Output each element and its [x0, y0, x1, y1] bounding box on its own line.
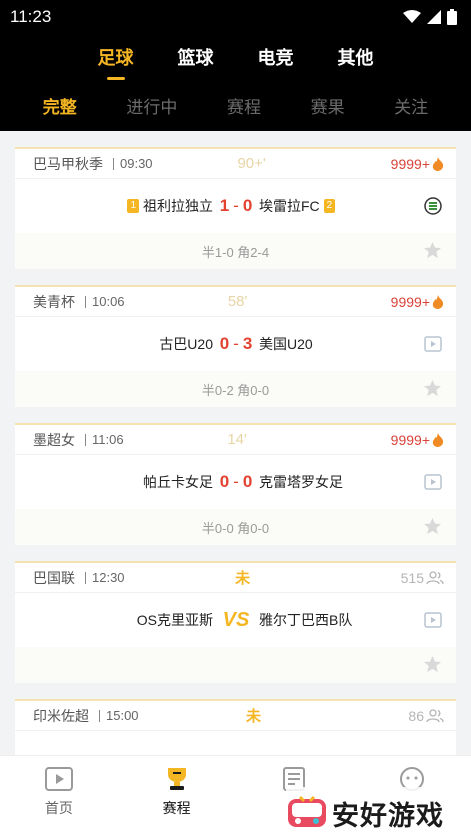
match-card[interactable]: 巴国联 12:30 未 515 OS克里亚斯 VS 雅尔丁巴西B队 [15, 561, 456, 683]
viewer-value: 86 [408, 707, 424, 724]
nav-schedule-label: 赛程 [162, 800, 191, 816]
fire-icon [432, 294, 444, 309]
home-rank-badge: 1 [127, 199, 139, 213]
heat-value: 9999+ [390, 431, 430, 448]
video-icon[interactable] [424, 611, 442, 629]
kickoff-time: 15:00 [99, 709, 139, 722]
fire-icon [432, 432, 444, 447]
tab-favorites[interactable]: 关注 [394, 93, 428, 118]
score: 0-0 [219, 472, 253, 491]
match-list[interactable]: 巴马甲秋季 09:30 90+' 9999+ 1 祖利拉独立 1-0 埃雷拉FC… [0, 131, 471, 755]
tab-live[interactable]: 进行中 [126, 93, 177, 118]
tab-results[interactable]: 赛果 [311, 93, 345, 118]
star-icon[interactable] [423, 241, 442, 260]
league-name: 墨超女 [33, 431, 75, 448]
fire-icon [432, 156, 444, 171]
battery-icon [447, 9, 457, 25]
nav-home[interactable]: 首页 [0, 756, 118, 839]
kickoff-time: 12:30 [85, 571, 125, 584]
viewer-count: 515 [401, 570, 444, 586]
score: 0-3 [219, 334, 253, 353]
home-score: 0 [219, 472, 230, 491]
tab-schedule[interactable]: 赛程 [227, 93, 261, 118]
star-icon[interactable] [423, 517, 442, 536]
filter-tabs: 完整 进行中 赛程 赛果 关注 [0, 80, 471, 130]
away-team-name: 克雷塔罗女足 [259, 474, 343, 490]
match-stats: 半0-0 角0-0 [201, 520, 270, 536]
watermark-text: 安好游戏 [332, 800, 444, 831]
away-team-name: 美国U20 [259, 336, 313, 352]
tab-basketball[interactable]: 篮球 [178, 44, 214, 70]
video-icon[interactable] [424, 335, 442, 353]
tab-esports[interactable]: 电竞 [258, 44, 294, 70]
tab-other[interactable]: 其他 [338, 44, 374, 70]
match-status: 未 [245, 708, 261, 725]
signal-icon [427, 10, 441, 24]
nav-home-label: 首页 [44, 800, 73, 816]
heat-value: 9999+ [390, 155, 430, 172]
star-icon[interactable] [423, 379, 442, 398]
match-stats: 半0-2 角0-0 [201, 382, 270, 398]
kickoff-time: 10:06 [85, 295, 125, 308]
match-card[interactable]: 美青杯 10:06 58' 9999+ 古巴U20 0-3 美国U20 半0-2… [15, 285, 456, 407]
away-score: 0 [242, 196, 253, 215]
away-team-name: 埃雷拉FC [259, 198, 320, 214]
match-card[interactable]: 墨超女 11:06 14' 9999+ 帕丘卡女足 0-0 克雷塔罗女足 半0-… [15, 423, 456, 545]
sports-tabs: 足球 篮球 电竞 其他 [0, 34, 471, 80]
watermark: 安好游戏 [286, 787, 471, 839]
match-minute: 14' [227, 431, 247, 448]
match-status: 未 [235, 570, 251, 587]
status-icons [403, 9, 457, 25]
league-name: 印米佐超 [33, 707, 89, 724]
video-icon[interactable] [424, 473, 442, 491]
match-minute: 90+' [237, 155, 266, 172]
nav-schedule[interactable]: 赛程 [118, 756, 236, 839]
star-icon[interactable] [423, 655, 442, 674]
status-time: 11:23 [10, 7, 52, 26]
match-stats: 半1-0 角2-4 [201, 244, 270, 260]
kickoff-time: 11:06 [85, 433, 124, 446]
away-score: 3 [242, 334, 253, 353]
top-bar: 11:23 足球 篮球 电竞 其他 完整 进行中 赛程 赛果 关注 [0, 0, 471, 131]
score: 1-0 [219, 196, 253, 215]
home-team: 古巴U20 [15, 334, 213, 354]
heat-count: 9999+ [391, 294, 444, 310]
heat-count: 9999+ [391, 156, 444, 172]
home-score: 1 [219, 196, 230, 215]
wifi-icon [403, 10, 421, 23]
away-team-name: 雅尔丁巴西B队 [259, 612, 353, 628]
trophy-icon [167, 768, 186, 790]
users-icon [426, 570, 444, 584]
home-team-name: 祖利拉独立 [143, 198, 213, 214]
tab-all[interactable]: 完整 [43, 93, 77, 118]
match-card[interactable]: 印米佐超 15:00 未 86 [15, 699, 456, 755]
viewer-count: 86 [408, 708, 444, 724]
match-card[interactable]: 巴马甲秋季 09:30 90+' 9999+ 1 祖利拉独立 1-0 埃雷拉FC… [15, 147, 456, 269]
kickoff-time: 09:30 [113, 157, 153, 170]
users-icon [426, 708, 444, 722]
away-score: 0 [242, 472, 253, 491]
league-name: 巴国联 [33, 569, 75, 586]
viewer-value: 515 [400, 569, 424, 586]
status-bar: 11:23 [0, 0, 471, 34]
home-score: 0 [219, 334, 230, 353]
home-team-name: 古巴U20 [159, 336, 213, 352]
heat-value: 9999+ [390, 293, 430, 310]
home-team-name: 帕丘卡女足 [143, 474, 213, 490]
match-minute: 58' [227, 293, 248, 310]
gamepad-logo-icon [288, 795, 326, 827]
home-team: OS克里亚斯 [15, 610, 213, 630]
heat-count: 9999+ [391, 432, 444, 448]
tab-football[interactable]: 足球 [98, 44, 134, 80]
away-rank-badge: 2 [323, 199, 336, 213]
home-team-name: OS克里亚斯 [136, 612, 213, 628]
league-name: 美青杯 [33, 293, 75, 310]
home-team: 帕丘卡女足 [15, 472, 213, 492]
vs-label: VS [222, 608, 250, 631]
play-icon [44, 767, 73, 791]
home-team: 1 祖利拉独立 [15, 196, 213, 216]
league-name: 巴马甲秋季 [33, 155, 103, 172]
animation-icon[interactable] [424, 197, 442, 215]
